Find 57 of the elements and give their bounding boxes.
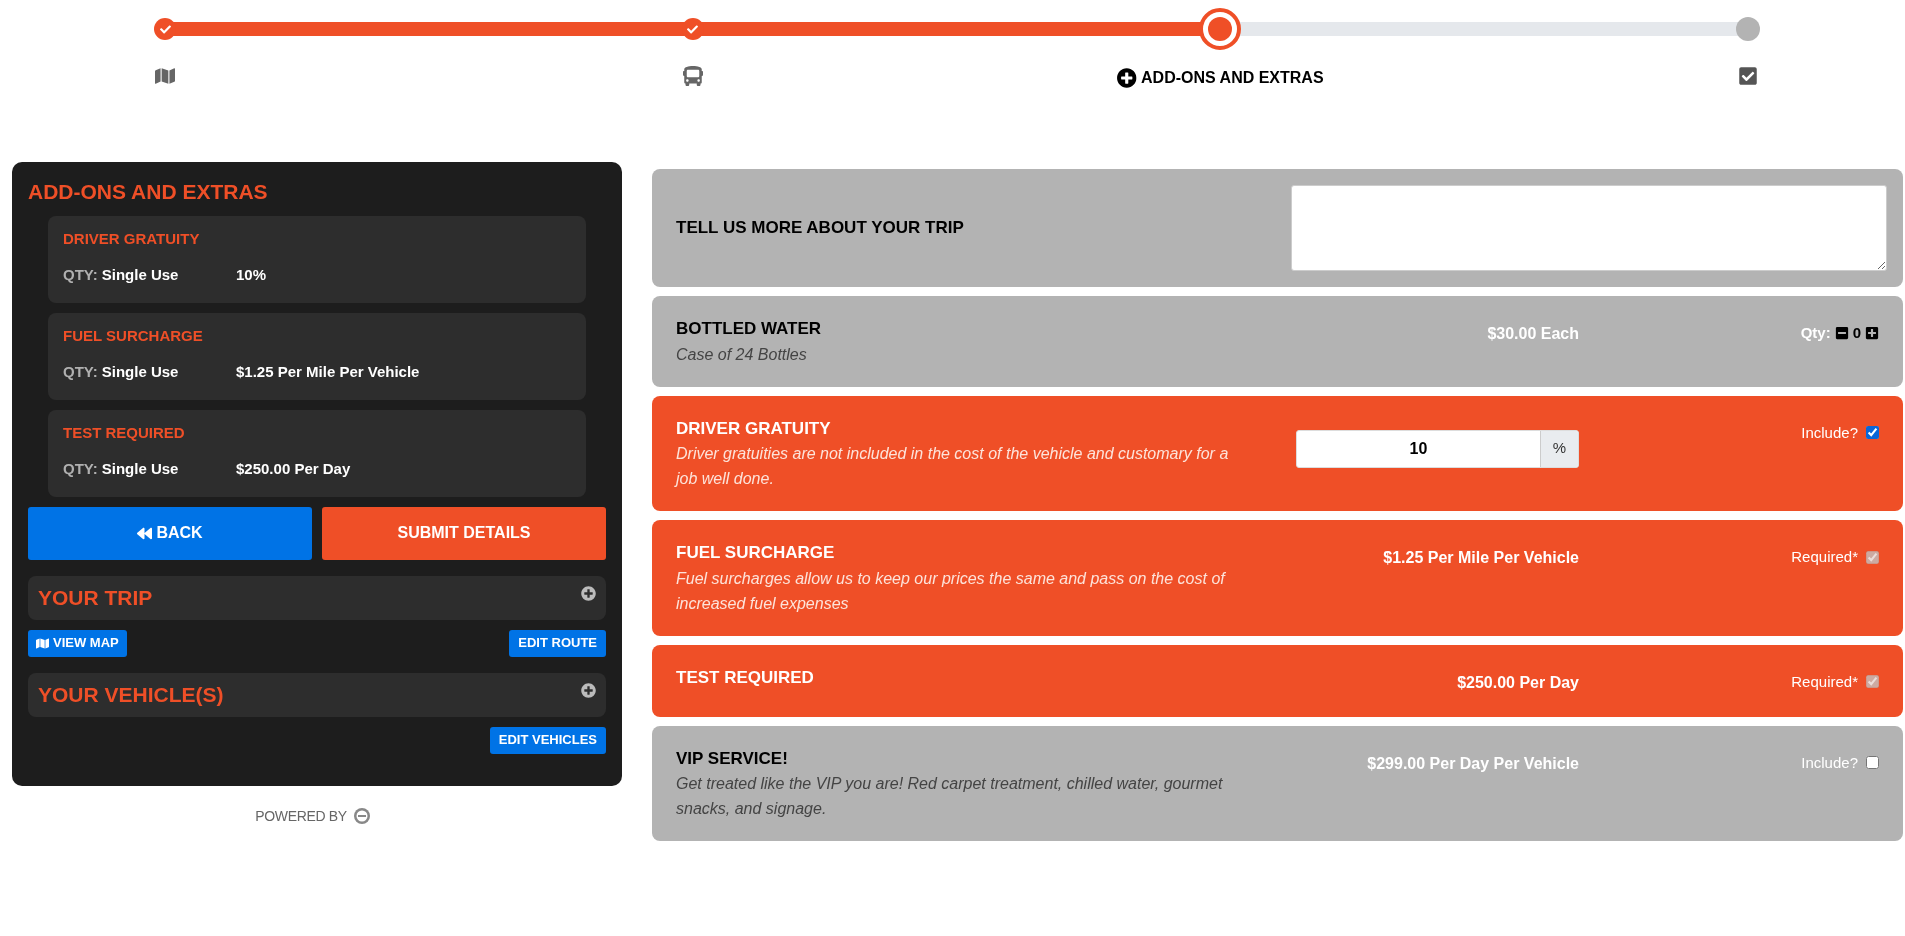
increase-button[interactable] (1865, 326, 1879, 341)
expand-icon (581, 682, 596, 698)
addon-title: BOTTLED WATER (676, 318, 823, 340)
addon-name: TEST REQUIRED (63, 422, 186, 443)
back-button[interactable]: BACK (28, 506, 312, 560)
option-label: Required* (1791, 671, 1858, 692)
addon-title: TEST REQUIRED (676, 666, 815, 689)
addon-name: FUEL SURCHARGE (63, 325, 204, 346)
step-label: ADD-ONS AND EXTRAS (1141, 68, 1324, 88)
option-label: Include? (1801, 422, 1858, 443)
addon-description: Driver gratuities are not included in the cost of the vehicle and customary for a job well done. (676, 444, 1230, 489)
map-icon (155, 66, 175, 86)
addon-price: $299.00 Per Day Per Vehicle (1367, 753, 1579, 774)
addon-title: TELL US MORE ABOUT YOUR TRIP (676, 217, 965, 240)
qty-label: Qty: (1800, 323, 1831, 343)
include-checkbox[interactable] (1866, 426, 1879, 440)
addon-title: FUEL SURCHARGE (676, 542, 836, 564)
bus-icon (682, 66, 703, 86)
qty-label: QTY: (63, 265, 98, 285)
addon-description: Get treated like the VIP you are! Red carpet treatment, chilled water, gourmet snacks, and signage. (676, 774, 1224, 819)
addon-description: Fuel surcharges allow us to keep our prices the same and pass on the cost of increased fuel expenses (676, 568, 1227, 614)
view-map-button[interactable]: VIEW MAP (28, 629, 127, 657)
option-label: Required* (1791, 547, 1858, 567)
qty-value: Single Use (101, 362, 179, 382)
edit-button[interactable]: EDIT VEHICLES (489, 726, 606, 754)
panel-title: ADD-ONS AND EXTRAS (28, 179, 269, 205)
collapsible-section-header[interactable]: YOUR TRIP (28, 575, 606, 620)
qty-value: Single Use (101, 265, 179, 285)
rewind-icon (137, 525, 153, 541)
addon-price: $250.00 Per Day (236, 459, 351, 479)
addon-title: DRIVER GRATUITY (676, 417, 832, 440)
decrease-button[interactable] (1834, 326, 1849, 341)
submit-details-button[interactable]: SUBMIT DETAILS (322, 506, 606, 560)
expand-icon (581, 585, 596, 601)
addon-title: VIP SERVICE! (676, 747, 789, 770)
addon-price: 10% (236, 265, 267, 285)
qty-value: 0 (1852, 323, 1861, 343)
qty-label: QTY: (63, 362, 98, 382)
addon-name: DRIVER GRATUITY (63, 228, 201, 249)
gratuity-input[interactable]: 10 % (1296, 429, 1579, 468)
include-checkbox[interactable] (1866, 756, 1879, 770)
logo-icon (352, 807, 371, 825)
powered-by-text: POWERED BY (255, 806, 347, 826)
edit-button[interactable]: EDIT ROUTE (509, 629, 606, 657)
collapsible-section-header[interactable]: YOUR VEHICLE(S) (28, 672, 606, 717)
addon-price: $250.00 Per Day (1457, 672, 1579, 693)
addon-price: $1.25 Per Mile Per Vehicle (236, 362, 420, 382)
addon-description: Case of 24 Bottles (676, 344, 808, 365)
addon-price: $1.25 Per Mile Per Vehicle (1383, 548, 1579, 568)
percent-addon: % (1540, 430, 1578, 467)
addon-price: $30.00 Each (1487, 324, 1579, 344)
map-icon (36, 636, 49, 650)
trip-notes-field[interactable] (1291, 185, 1887, 271)
qty-label: QTY: (63, 459, 98, 479)
checkbox-icon (1738, 66, 1758, 86)
option-label: Include? (1801, 752, 1858, 773)
qty-value: Single Use (101, 459, 179, 479)
